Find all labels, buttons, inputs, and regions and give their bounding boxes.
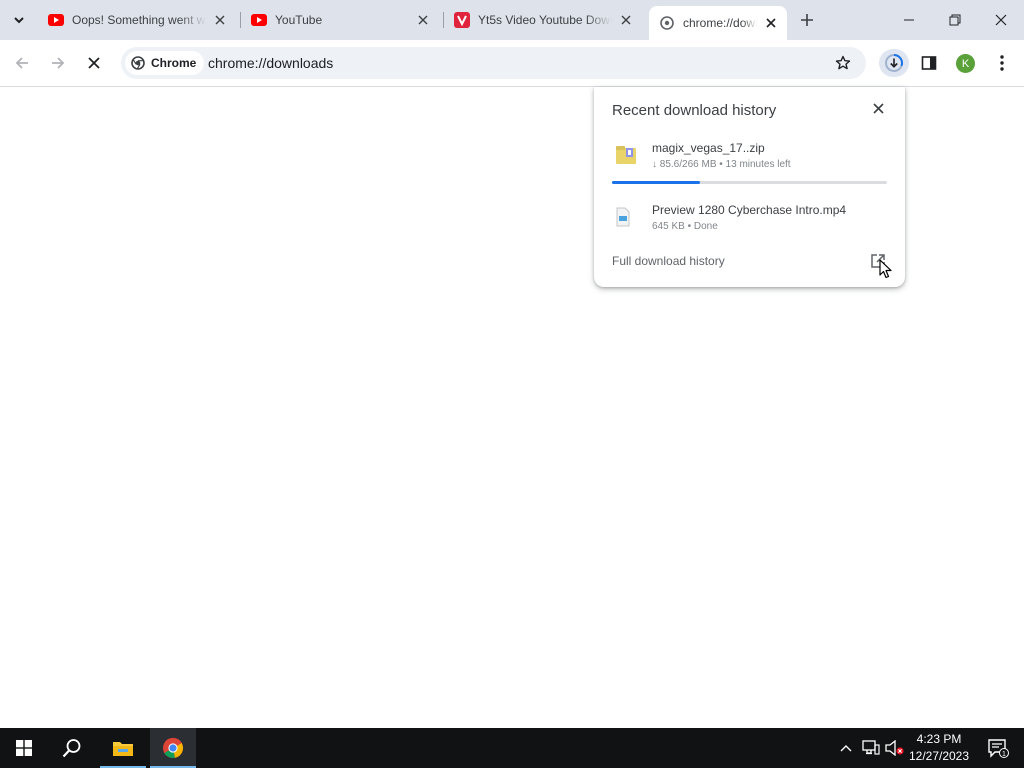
download-progress-icon xyxy=(885,54,903,72)
download-status: 645 KB • Done xyxy=(652,221,718,232)
windows-taskbar: 4:23 PM 12/27/2023 1 xyxy=(0,728,1024,768)
taskbar-search-button[interactable] xyxy=(48,728,96,768)
chrome-logo-icon xyxy=(163,737,184,759)
stop-loading-button[interactable] xyxy=(82,51,106,75)
close-tab-icon[interactable] xyxy=(763,15,779,31)
taskbar-file-explorer[interactable] xyxy=(100,728,146,768)
forward-button[interactable] xyxy=(46,51,70,75)
tab-title: chrome://downloads xyxy=(683,16,757,30)
tab-youtube[interactable]: YouTube xyxy=(243,0,441,40)
mouse-cursor-icon xyxy=(879,259,892,279)
tab-title: Oops! Something went wrong xyxy=(72,13,206,27)
close-tab-icon[interactable] xyxy=(415,12,431,28)
tab-separator xyxy=(443,12,444,28)
close-icon xyxy=(995,14,1007,26)
tab-search-button[interactable] xyxy=(7,8,31,32)
download-progress-fill xyxy=(612,181,700,184)
close-tab-icon[interactable] xyxy=(618,12,634,28)
action-center-button[interactable]: 1 xyxy=(978,728,1018,768)
star-icon xyxy=(835,55,851,70)
forward-arrow-icon xyxy=(52,57,65,69)
address-bar[interactable]: Chrome chrome://downloads xyxy=(121,47,866,79)
taskbar-chrome[interactable] xyxy=(150,728,196,768)
clock-date: 12/27/2023 xyxy=(908,749,970,763)
site-chip-label: Chrome xyxy=(151,56,197,70)
chevron-up-icon xyxy=(840,745,852,752)
youtube-icon xyxy=(251,12,267,28)
downloads-button[interactable] xyxy=(879,49,909,77)
volume-muted-icon xyxy=(885,740,904,756)
chrome-menu-button[interactable] xyxy=(992,52,1012,74)
download-filename: magix_vegas_17..zip xyxy=(652,141,765,155)
close-window-button[interactable] xyxy=(978,0,1024,40)
side-panel-icon xyxy=(921,56,937,70)
zip-file-icon xyxy=(616,146,636,164)
taskbar-clock[interactable]: 4:23 PM 12/27/2023 xyxy=(906,731,972,765)
tab-title: YouTube xyxy=(275,13,323,27)
back-arrow-icon xyxy=(15,57,28,69)
clock-time: 4:23 PM xyxy=(916,732,962,746)
chrome-logo-icon xyxy=(131,56,145,70)
url-text[interactable]: chrome://downloads xyxy=(208,55,333,71)
bookmark-star-button[interactable] xyxy=(832,52,854,74)
yt5s-icon xyxy=(454,12,470,28)
tab-strip: Oops! Something went wrong YouTube Yt5s … xyxy=(0,0,1024,40)
back-button[interactable] xyxy=(10,51,34,75)
network-tray-button[interactable] xyxy=(860,728,882,768)
restore-icon xyxy=(949,14,961,26)
download-item-mp4[interactable]: Preview 1280 Cyberchase Intro.mp4 645 KB… xyxy=(612,203,892,239)
download-status: ↓ 85.6/266 MB • 13 minutes left xyxy=(652,159,791,170)
full-download-history-link[interactable]: Full download history xyxy=(612,254,725,268)
bubble-title: Recent download history xyxy=(612,102,777,119)
network-icon xyxy=(862,740,880,755)
tab-yt5s[interactable]: Yt5s Video Youtube Downloader xyxy=(446,0,644,40)
download-item-zip[interactable]: magix_vegas_17..zip ↓ 85.6/266 MB • 13 m… xyxy=(612,141,892,177)
tab-downloads[interactable]: chrome://downloads xyxy=(649,6,787,40)
folder-icon xyxy=(113,742,133,756)
profile-avatar[interactable]: K xyxy=(956,54,975,73)
video-file-icon xyxy=(616,207,630,227)
more-vertical-icon xyxy=(1000,55,1004,71)
tab-separator xyxy=(240,12,241,28)
close-icon xyxy=(88,57,100,69)
show-hidden-icons-button[interactable] xyxy=(836,728,856,768)
minimize-button[interactable] xyxy=(886,0,932,40)
restore-button[interactable] xyxy=(932,0,978,40)
search-icon xyxy=(62,739,81,758)
side-panel-button[interactable] xyxy=(918,52,940,74)
new-tab-button[interactable] xyxy=(796,9,818,31)
minimize-icon xyxy=(904,19,914,21)
start-button[interactable] xyxy=(0,728,48,768)
youtube-icon xyxy=(48,12,64,28)
windows-logo-icon xyxy=(16,740,32,756)
notification-count: 1 xyxy=(1002,751,1006,758)
download-filename: Preview 1280 Cyberchase Intro.mp4 xyxy=(652,203,847,217)
tab-title: Yt5s Video Youtube Downloader xyxy=(478,13,612,27)
chevron-down-icon xyxy=(14,17,24,24)
site-info-chip[interactable]: Chrome xyxy=(125,51,205,75)
close-icon xyxy=(872,102,884,114)
download-progress-bar xyxy=(612,181,887,184)
tab-oops[interactable]: Oops! Something went wrong xyxy=(40,0,238,40)
chrome-page-icon xyxy=(659,15,675,31)
volume-tray-button[interactable] xyxy=(884,728,906,768)
download-bubble: Recent download history magix_vegas_17..… xyxy=(594,87,905,287)
toolbar: Chrome chrome://downloads K xyxy=(0,40,1024,87)
close-tab-icon[interactable] xyxy=(212,12,228,28)
notification-icon: 1 xyxy=(988,739,1009,758)
bubble-close-button[interactable] xyxy=(870,100,886,116)
plus-icon xyxy=(801,14,813,26)
